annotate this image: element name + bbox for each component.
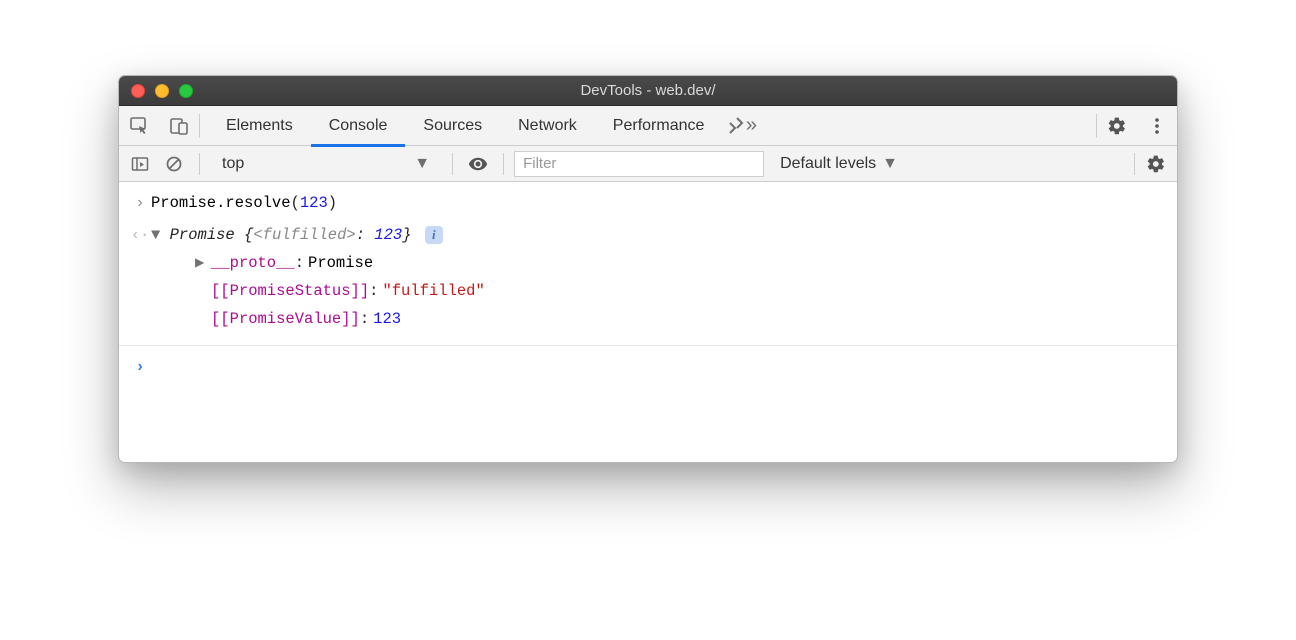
object-type: Promise	[170, 226, 235, 244]
console-toolbar: top ▼ Default levels ▼	[119, 146, 1177, 182]
colon: :	[356, 226, 375, 244]
code-paren: (	[291, 194, 300, 212]
console-input-text: Promise.resolve(123)	[151, 190, 1167, 218]
log-levels-label: Default levels	[780, 155, 876, 173]
settings-icon[interactable]	[1097, 106, 1137, 146]
tree-row-status: [[PromiseStatus]]: "fulfilled"	[195, 278, 1167, 306]
subbar-divider	[1134, 153, 1135, 175]
console-output: ▼ Promise {<fulfilled>: 123} i ▶ __proto…	[151, 222, 1167, 334]
tab-elements[interactable]: Elements	[208, 106, 311, 146]
tab-network[interactable]: Network	[500, 106, 595, 146]
console-input-echo: › Promise.resolve(123)	[119, 188, 1177, 220]
object-state: <fulfilled>	[253, 226, 355, 244]
subbar-divider	[452, 153, 453, 175]
more-tabs-icon[interactable]: »	[722, 106, 762, 146]
subbar-divider	[503, 153, 504, 175]
code-number: 123	[300, 194, 328, 212]
devtools-window: DevTools - web.dev/ Elements Console Sou…	[118, 75, 1178, 463]
object-tree: ▶ __proto__: Promise [[PromiseStatus]]: …	[151, 250, 1167, 334]
object-disclosure-icon[interactable]: ▼	[151, 226, 170, 244]
toolbar-right	[1096, 106, 1177, 146]
property-value-string: "fulfilled"	[382, 278, 484, 306]
property-name: __proto__	[211, 250, 295, 278]
property-name: [[PromiseStatus]]	[211, 278, 369, 306]
output-marker-icon: ‹·	[129, 222, 151, 250]
subbar-divider	[199, 153, 200, 175]
log-levels-select[interactable]: Default levels ▼	[780, 155, 898, 173]
tree-row-value: [[PromiseValue]]: 123	[195, 306, 1167, 334]
prompt-marker-icon: ›	[129, 354, 151, 382]
filter-input[interactable]	[514, 151, 764, 177]
main-toolbar: Elements Console Sources Network Perform…	[119, 106, 1177, 146]
console-settings-icon[interactable]	[1141, 149, 1171, 179]
console-body: › Promise.resolve(123) ‹· ▼ Promise {<fu…	[119, 182, 1177, 462]
brace: }	[402, 226, 411, 244]
execution-context-label: top	[222, 155, 244, 173]
console-output-row: ‹· ▼ Promise {<fulfilled>: 123} i ▶ __pr…	[119, 220, 1177, 336]
titlebar: DevTools - web.dev/	[119, 76, 1177, 106]
live-expression-icon[interactable]	[463, 149, 493, 179]
toggle-sidebar-icon[interactable]	[125, 149, 155, 179]
input-marker-icon: ›	[129, 190, 151, 218]
brace: {	[244, 226, 253, 244]
dropdown-caret-icon: ▼	[882, 155, 898, 173]
disclosure-triangle-icon[interactable]: ▶	[195, 250, 211, 278]
toolbar-divider	[199, 114, 200, 138]
execution-context-select[interactable]: top ▼	[210, 149, 442, 179]
tree-row-proto[interactable]: ▶ __proto__: Promise	[195, 250, 1167, 278]
console-prompt[interactable]: ›	[119, 345, 1177, 390]
tab-sources[interactable]: Sources	[405, 106, 500, 146]
subbar-right	[1128, 149, 1171, 179]
window-title: DevTools - web.dev/	[119, 82, 1177, 99]
device-toolbar-icon[interactable]	[159, 106, 199, 146]
object-value: 123	[374, 226, 402, 244]
property-name: [[PromiseValue]]	[211, 306, 360, 334]
kebab-menu-icon[interactable]	[1137, 106, 1177, 146]
code-identifier: Promise.resolve	[151, 194, 291, 212]
info-badge-icon[interactable]: i	[425, 226, 443, 244]
inspect-element-icon[interactable]	[119, 106, 159, 146]
clear-console-icon[interactable]	[159, 149, 189, 179]
tab-performance[interactable]: Performance	[595, 106, 723, 146]
dropdown-caret-icon: ▼	[414, 155, 430, 173]
tab-console[interactable]: Console	[311, 106, 406, 146]
property-value-number: 123	[373, 306, 401, 334]
property-value: Promise	[308, 250, 373, 278]
tabs: Elements Console Sources Network Perform…	[208, 106, 722, 146]
code-paren: )	[328, 194, 337, 212]
